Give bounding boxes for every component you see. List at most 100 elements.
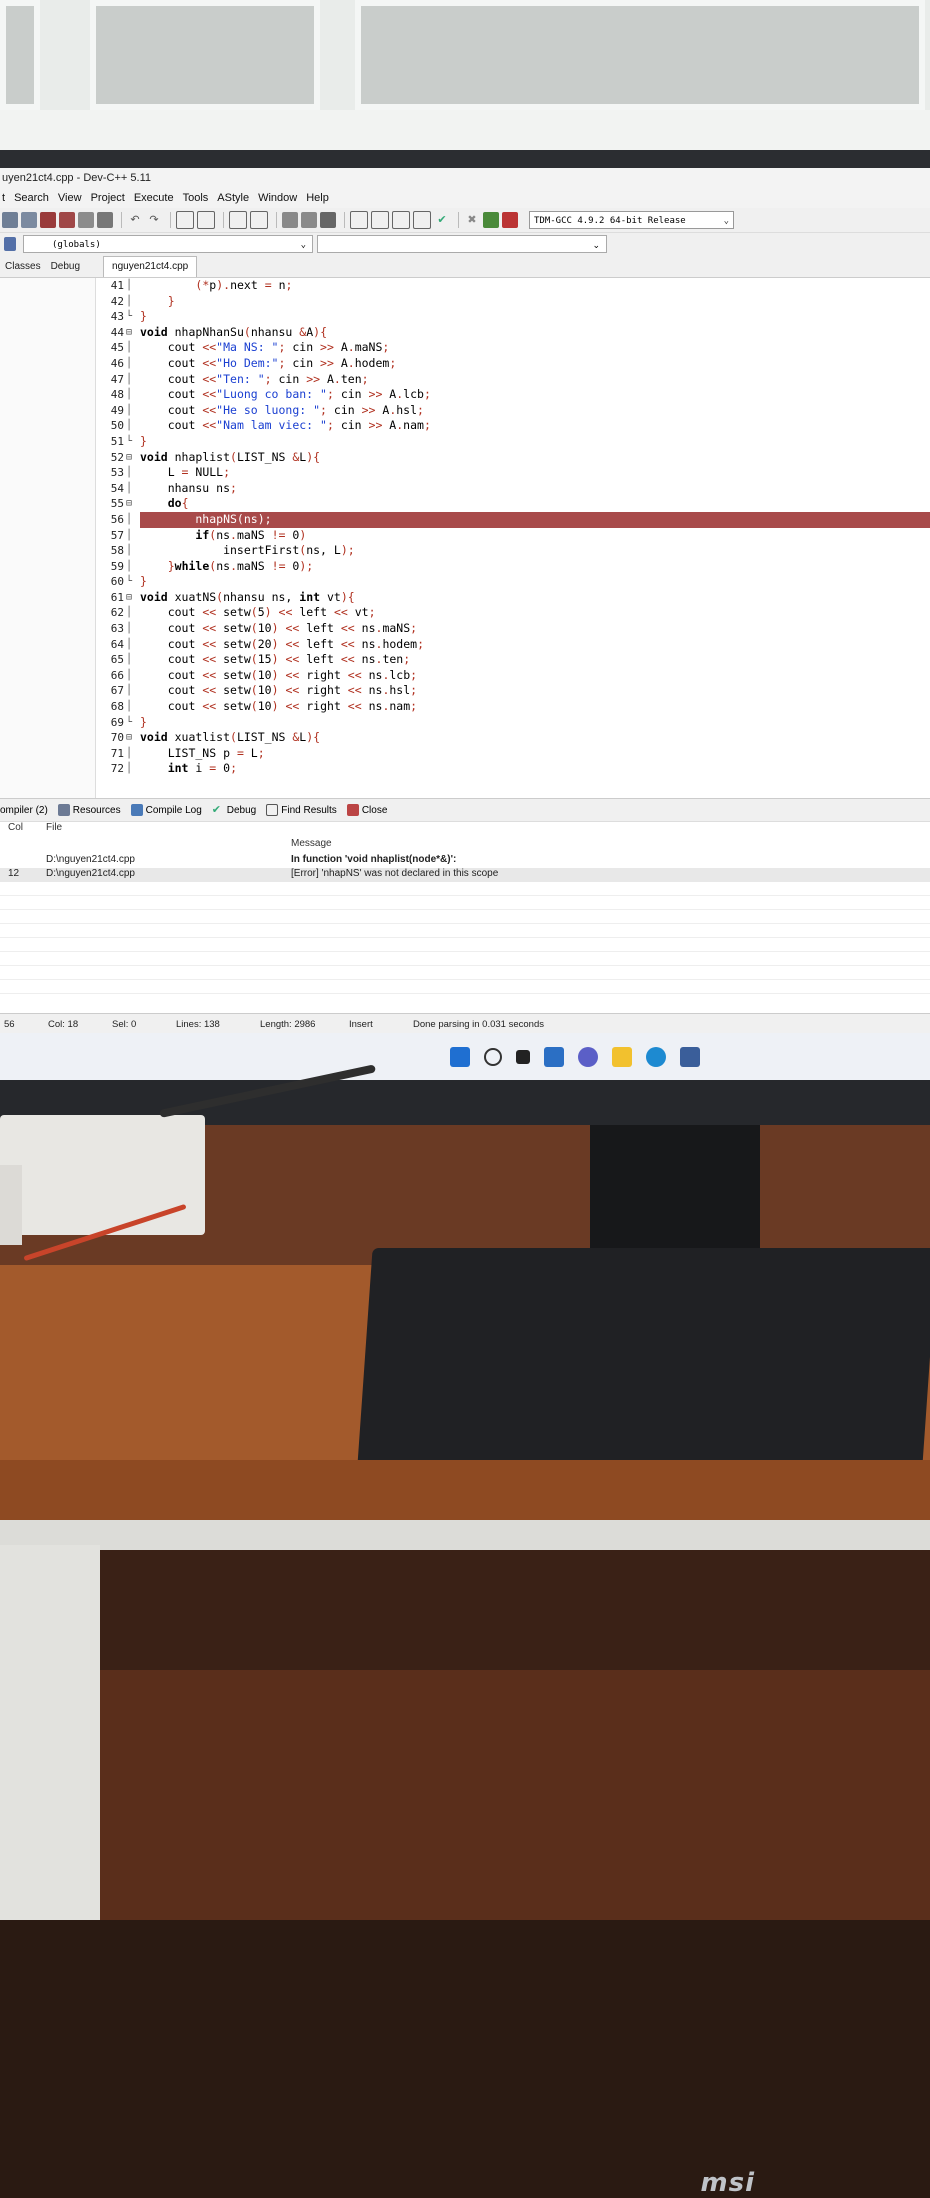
save-all-icon[interactable] (59, 212, 75, 228)
file-explorer-icon[interactable] (612, 1046, 632, 1067)
code-line[interactable]: void nhaplist(LIST_NS &L){ (140, 450, 930, 466)
line-number[interactable]: 61 (96, 590, 124, 606)
menu-item-view[interactable]: View (58, 188, 82, 208)
line-number[interactable]: 72 (96, 761, 124, 777)
line-number[interactable]: 55 (96, 496, 124, 512)
tab-debug-output[interactable]: ✔ Debug (212, 804, 256, 816)
open-file-icon[interactable] (21, 212, 37, 228)
code-line[interactable]: cout << setw(10) << right << ns.lcb; (140, 668, 930, 684)
line-number[interactable]: 56 (96, 512, 124, 528)
line-number[interactable]: 59 (96, 559, 124, 575)
code-line[interactable]: } (140, 309, 930, 325)
line-number[interactable]: 71 (96, 746, 124, 762)
line-number[interactable]: 44 (96, 325, 124, 341)
line-number[interactable]: 48 (96, 387, 124, 403)
search-icon[interactable] (484, 1047, 502, 1066)
menu-item-window[interactable]: Window (258, 188, 297, 208)
line-number[interactable]: 49 (96, 403, 124, 419)
code-line[interactable]: } (140, 434, 930, 450)
save-icon[interactable] (40, 212, 56, 228)
line-number[interactable]: 64 (96, 637, 124, 653)
line-number[interactable]: 69 (96, 715, 124, 731)
menu-item-file[interactable]: t (2, 188, 5, 208)
stop-execution-icon[interactable]: ✖ (464, 212, 480, 228)
devcpp-taskbar-icon[interactable] (680, 1046, 700, 1067)
line-number[interactable]: 50 (96, 418, 124, 434)
message-row-error[interactable]: 12 D:\nguyen21ct4.cpp [Error] 'nhapNS' w… (0, 868, 930, 882)
new-file-icon[interactable] (2, 212, 18, 228)
code-line[interactable]: insertFirst(ns, L); (140, 543, 930, 559)
tab-compiler[interactable]: ompiler (2) (0, 805, 48, 816)
code-line[interactable]: cout <<"He so luong: "; cin >> A.hsl; (140, 403, 930, 419)
fold-toggle-icon[interactable]: ⊟ (126, 450, 140, 466)
code-line[interactable]: } (140, 294, 930, 310)
line-number[interactable]: 57 (96, 528, 124, 544)
chat-icon[interactable] (578, 1046, 598, 1067)
menu-item-help[interactable]: Help (306, 188, 329, 208)
scope-select[interactable]: (globals) ⌄ (23, 235, 313, 253)
code-line[interactable]: do{ (140, 496, 930, 512)
fold-toggle-icon[interactable]: ⊟ (126, 730, 140, 746)
line-number[interactable]: 47 (96, 372, 124, 388)
line-number[interactable]: 51 (96, 434, 124, 450)
tab-resources[interactable]: Resources (57, 804, 121, 816)
line-number[interactable]: 65 (96, 652, 124, 668)
message-row[interactable]: D:\nguyen21ct4.cpp In function 'void nha… (0, 854, 930, 868)
code-line[interactable]: if(ns.maNS != 0) (140, 528, 930, 544)
check-syntax-icon[interactable]: ✔ (434, 212, 450, 228)
widgets-icon[interactable] (544, 1046, 564, 1067)
code-line[interactable]: void xuatlist(LIST_NS &L){ (140, 730, 930, 746)
compiler-select[interactable]: TDM-GCC 4.9.2 64-bit Release ⌄ (529, 211, 734, 229)
tab-classes[interactable]: Classes (0, 261, 46, 272)
code-line[interactable]: cout << setw(10) << right << ns.hsl; (140, 683, 930, 699)
code-line[interactable]: }while(ns.maNS != 0); (140, 559, 930, 575)
menu-item-execute[interactable]: Execute (134, 188, 174, 208)
indent-icon[interactable] (229, 211, 247, 229)
code-line[interactable]: cout <<"Ho Dem:"; cin >> A.hodem; (140, 356, 930, 372)
back-icon[interactable] (282, 212, 298, 228)
line-number[interactable]: 43 (96, 309, 124, 325)
line-number[interactable]: 42 (96, 294, 124, 310)
fold-toggle-icon[interactable]: ⊟ (126, 496, 140, 512)
close-file-icon[interactable] (78, 212, 94, 228)
find-icon[interactable] (176, 211, 194, 229)
code-line[interactable]: } (140, 574, 930, 590)
run-icon[interactable] (371, 211, 389, 229)
fold-toggle-icon[interactable]: ⊟ (126, 590, 140, 606)
undo-icon[interactable]: ↶ (127, 212, 143, 228)
line-number[interactable]: 53 (96, 465, 124, 481)
redo-icon[interactable]: ↷ (146, 212, 162, 228)
line-number[interactable]: 58 (96, 543, 124, 559)
rebuild-icon[interactable] (413, 211, 431, 229)
compile-icon[interactable] (350, 211, 368, 229)
line-number[interactable]: 66 (96, 668, 124, 684)
tab-compile-log[interactable]: Compile Log (130, 804, 202, 816)
print-icon[interactable] (97, 212, 113, 228)
replace-icon[interactable] (197, 211, 215, 229)
code-line[interactable]: cout << setw(5) << left << vt; (140, 605, 930, 621)
start-menu-icon[interactable] (450, 1046, 470, 1067)
menu-item-project[interactable]: Project (91, 188, 125, 208)
task-view-icon[interactable] (516, 1049, 530, 1064)
line-number[interactable]: 70 (96, 730, 124, 746)
menu-item-astyle[interactable]: AStyle (217, 188, 249, 208)
line-number[interactable]: 67 (96, 683, 124, 699)
editor-file-tab[interactable]: nguyen21ct4.cpp (103, 255, 198, 277)
bookmark-icon[interactable] (320, 212, 336, 228)
fold-toggle-icon[interactable]: ⊟ (126, 325, 140, 341)
line-number[interactable]: 45 (96, 340, 124, 356)
edge-browser-icon[interactable] (646, 1046, 666, 1067)
code-line[interactable]: } (140, 715, 930, 731)
forward-icon[interactable] (301, 212, 317, 228)
member-select[interactable]: ⌄ (317, 235, 607, 253)
line-number[interactable]: 63 (96, 621, 124, 637)
code-line[interactable]: cout <<"Luong co ban: "; cin >> A.lcb; (140, 387, 930, 403)
line-number[interactable]: 46 (96, 356, 124, 372)
close-panel-button[interactable]: Close (346, 804, 387, 816)
code-line[interactable]: void nhapNhanSu(nhansu &A){ (140, 325, 930, 341)
menu-item-tools[interactable]: Tools (183, 188, 209, 208)
code-line[interactable]: cout <<"Nam lam viec: "; cin >> A.nam; (140, 418, 930, 434)
code-line[interactable]: cout <<"Ma NS: "; cin >> A.maNS; (140, 340, 930, 356)
code-line[interactable]: cout <<"Ten: "; cin >> A.ten; (140, 372, 930, 388)
line-number[interactable]: 68 (96, 699, 124, 715)
